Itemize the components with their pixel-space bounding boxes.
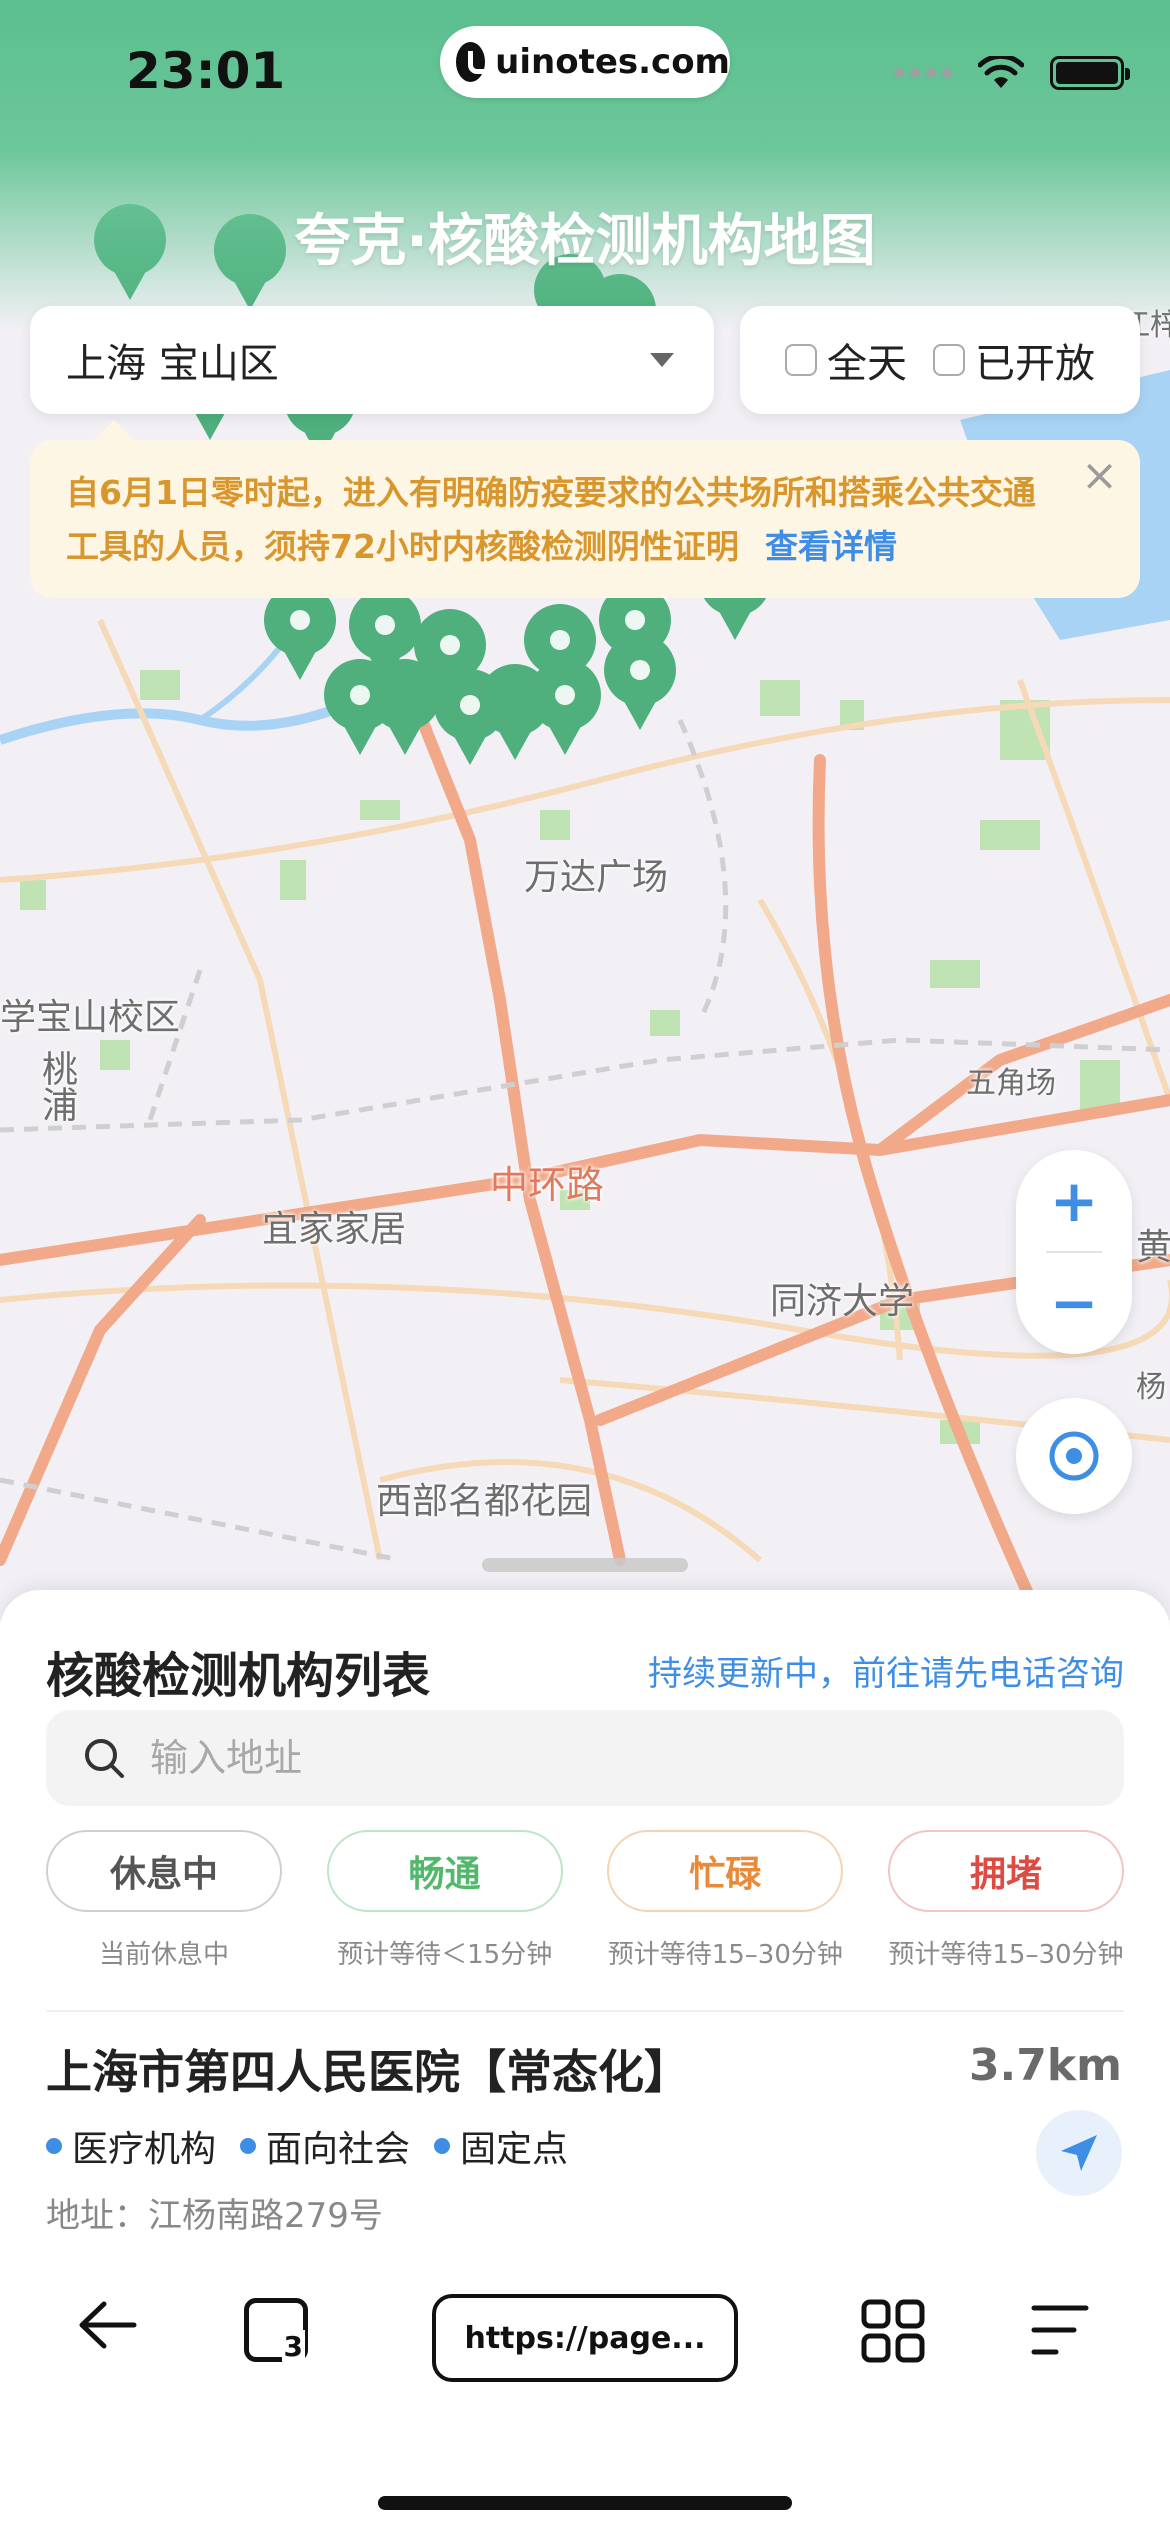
browser-toolbar: 3 https://page...: [0, 2250, 1170, 2532]
institution-tags: 医疗机构 面向社会 固定点: [46, 2120, 568, 2172]
back-arrow-icon[interactable]: [74, 2292, 140, 2358]
legend-resting-desc: 当前休息中: [98, 1940, 229, 1970]
filter-all-day[interactable]: 全天: [785, 331, 907, 389]
map-view[interactable]: 万达广场 学宝山校区 桃浦 五角场 中环路 宜家家居 同济大学 西部名都花园 黄…: [0, 0, 1170, 1620]
map-label-yijia: 宜家家居: [262, 1209, 407, 1250]
cellular-signal-icon: [894, 68, 952, 78]
zoom-in-button[interactable]: +: [1016, 1150, 1132, 1252]
divider: [46, 2010, 1124, 2012]
legend-resting: 休息中 当前休息中: [46, 1830, 282, 1971]
site-badge[interactable]: uinotes.com: [440, 26, 730, 98]
legend-smooth-desc: 预计等待＜15分钟: [337, 1940, 553, 1970]
panel-title: 核酸检测机构列表: [46, 1648, 431, 1704]
tag-fixed: 固定点: [434, 2120, 568, 2172]
institution-name[interactable]: 上海市第四人民医院【常态化】: [46, 2036, 690, 2102]
map-label-school: 学宝山校区: [0, 997, 181, 1038]
site-name: uinotes.com: [495, 42, 730, 82]
tag-public: 面向社会: [240, 2120, 410, 2172]
map-label-xibu: 西部名都花园: [376, 1481, 593, 1522]
legend-crowded-desc: 预计等待15–30分钟: [888, 1940, 1124, 1970]
filter-open[interactable]: 已开放: [933, 331, 1095, 389]
map-label-wanda: 万达广场: [524, 857, 669, 898]
search-icon: [85, 1739, 124, 1778]
checkbox-icon[interactable]: [785, 344, 817, 376]
address-bar[interactable]: https://page...: [432, 2294, 738, 2382]
legend-busy-pill: 忙碌: [607, 1830, 844, 1912]
map-label-huang: 黄: [1136, 1227, 1170, 1268]
filter-all-day-label: 全天: [827, 341, 907, 387]
zoom-control: + −: [1016, 1150, 1132, 1354]
panel-drag-handle[interactable]: [482, 1558, 688, 1572]
legend-crowded: 拥堵 预计等待15–30分钟: [887, 1830, 1124, 1971]
map-label-taopu: 桃浦: [36, 1050, 77, 1122]
institution-distance: 3.7km: [968, 2040, 1122, 2091]
legend-smooth-pill: 畅通: [326, 1830, 563, 1912]
locate-button[interactable]: [1016, 1398, 1132, 1514]
zoom-out-button[interactable]: −: [1016, 1252, 1132, 1354]
status-legend: 休息中 当前休息中 畅通 预计等待＜15分钟 忙碌 预计等待15–30分钟 拥堵…: [46, 1830, 1124, 1971]
address-search[interactable]: [46, 1710, 1124, 1806]
legend-busy: 忙碌 预计等待15–30分钟: [607, 1830, 844, 1971]
close-icon[interactable]: ×: [1081, 450, 1118, 501]
filter-open-label: 已开放: [975, 341, 1095, 387]
tabs-button[interactable]: 3: [244, 2298, 308, 2363]
legend-resting-pill: 休息中: [46, 1830, 282, 1912]
locate-icon: [1049, 1431, 1099, 1481]
tab-count: 3: [281, 2330, 305, 2363]
update-notice-link[interactable]: 持续更新中，前往请先电话咨询: [648, 1646, 1124, 1695]
page-title: 夸克·核酸检测机构地图: [294, 209, 876, 274]
navigation-arrow-icon: [1061, 2135, 1097, 2171]
menu-icon[interactable]: [1030, 2302, 1090, 2358]
battery-icon: [1050, 56, 1130, 90]
legend-crowded-pill: 拥堵: [887, 1830, 1124, 1912]
caret-down-icon: [650, 353, 674, 367]
legend-busy-desc: 预计等待15–30分钟: [607, 1940, 843, 1970]
tag-medical: 医疗机构: [46, 2120, 216, 2172]
map-label-wujiaochang: 五角场: [966, 1066, 1056, 1101]
notice-more-link[interactable]: 查看详情: [765, 527, 897, 566]
address-search-input[interactable]: [150, 1736, 950, 1780]
navigate-button[interactable]: [1036, 2110, 1122, 2196]
home-indicator: [378, 2496, 792, 2510]
filter-box: 全天 已开放: [740, 306, 1140, 414]
institution-list-panel[interactable]: 核酸检测机构列表 持续更新中，前往请先电话咨询 休息中 当前休息中 畅通 预计等…: [0, 1590, 1170, 2250]
status-icons: [894, 56, 1130, 90]
map-label-tongji: 同济大学: [770, 1281, 915, 1322]
institution-address: 地址：江杨南路279号: [46, 2196, 383, 2236]
map-label-yang: 杨: [1136, 1370, 1166, 1405]
checkbox-icon[interactable]: [933, 344, 965, 376]
region-select[interactable]: 上海 宝山区: [30, 306, 714, 414]
site-logo-icon: [456, 42, 495, 82]
wifi-icon: [978, 56, 1024, 88]
apps-grid-icon[interactable]: [860, 2298, 926, 2364]
region-select-label: 上海 宝山区: [66, 341, 279, 387]
legend-smooth: 畅通 预计等待＜15分钟: [326, 1830, 563, 1971]
map-label-zhonghuan: 中环路: [490, 1163, 605, 1207]
status-time: 23:01: [126, 42, 286, 100]
notice-banner: 自6月1日零时起，进入有明确防疫要求的公共场所和搭乘公共交通工具的人员，须持72…: [30, 420, 1140, 598]
